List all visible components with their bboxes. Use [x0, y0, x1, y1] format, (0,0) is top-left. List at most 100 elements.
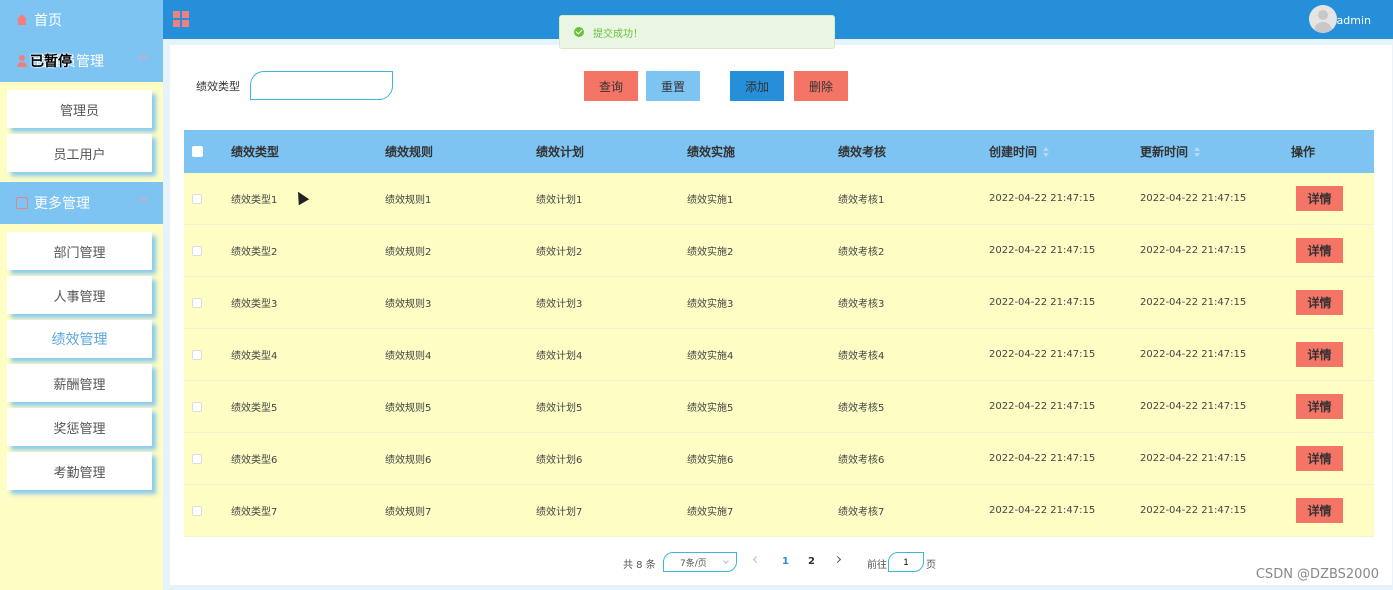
- cell-type: 绩效类型5: [231, 403, 278, 414]
- sidebar-item-salary[interactable]: 薪酬管理: [7, 364, 152, 402]
- row-checkbox[interactable]: [192, 194, 202, 204]
- header-plan: 绩效计划: [536, 145, 585, 159]
- sort-icon[interactable]: [1194, 146, 1201, 157]
- menu-group-more[interactable]: 更多管理: [0, 182, 163, 224]
- page-unit-label: 页: [926, 560, 936, 571]
- user-icon: [16, 55, 28, 67]
- sidebar-item-admin[interactable]: 管理员: [7, 90, 152, 128]
- detail-button[interactable]: 详情: [1296, 186, 1343, 211]
- goto-label: 前往: [867, 560, 887, 571]
- cell-assessment: 绩效考核1: [838, 195, 885, 206]
- cell-rule: 绩效规则3: [385, 299, 432, 310]
- sidebar: 首页 管理员管理 管理员 员工用户 更多管理 部门管理 人事管理 绩效管理 薪酬…: [0, 0, 163, 590]
- toast-message: 提交成功！: [593, 28, 643, 40]
- menu-group-more-label: 更多管理: [34, 196, 90, 212]
- page-number-2[interactable]: 2: [808, 556, 815, 567]
- add-button[interactable]: 添加: [730, 71, 784, 101]
- box-icon: [16, 197, 28, 209]
- next-page-icon[interactable]: [833, 555, 842, 564]
- cell-implementation: 绩效实施4: [687, 351, 734, 362]
- chevron-up-icon: [138, 196, 149, 207]
- cell-assessment: 绩效考核2: [838, 247, 885, 258]
- cell-type: 绩效类型7: [231, 507, 278, 518]
- detail-button[interactable]: 详情: [1296, 238, 1343, 263]
- header-implementation: 绩效实施: [687, 145, 736, 159]
- sidebar-item-rewards[interactable]: 奖惩管理: [7, 408, 152, 446]
- home-icon: [16, 14, 28, 26]
- sidebar-item-performance[interactable]: 绩效管理: [7, 320, 152, 358]
- cell-updated: 2022-04-22 21:47:15: [1140, 297, 1247, 308]
- cell-created: 2022-04-22 21:47:15: [989, 245, 1096, 256]
- page-size-select[interactable]: 7条/页: [663, 552, 737, 572]
- username[interactable]: admin: [1337, 14, 1371, 27]
- cell-plan: 绩效计划4: [536, 351, 583, 362]
- menu-item-home[interactable]: 首页: [0, 0, 163, 40]
- cell-rule: 绩效规则7: [385, 507, 432, 518]
- cell-updated: 2022-04-22 21:47:15: [1140, 245, 1247, 256]
- detail-button[interactable]: 详情: [1296, 290, 1343, 315]
- cell-created: 2022-04-22 21:47:15: [989, 505, 1096, 516]
- performance-type-input[interactable]: [250, 71, 393, 100]
- sidebar-item-department[interactable]: 部门管理: [7, 232, 152, 270]
- row-checkbox[interactable]: [192, 506, 202, 516]
- cell-created: 2022-04-22 21:47:15: [989, 453, 1096, 464]
- row-checkbox[interactable]: [192, 246, 202, 256]
- grid-menu-icon[interactable]: [173, 11, 189, 27]
- prev-page-icon[interactable]: [752, 555, 761, 564]
- table-row: 绩效类型5 绩效规则5 绩效计划5 绩效实施5 绩效考核5 2022-04-22 21:4…: [184, 381, 1374, 433]
- cell-plan: 绩效计划5: [536, 403, 583, 414]
- cell-implementation: 绩效实施2: [687, 247, 734, 258]
- pagination: 共 8 条 7条/页 1 2 前往 页: [0, 552, 1393, 572]
- check-circle-icon: [574, 27, 584, 37]
- cell-updated: 2022-04-22 21:47:15: [1140, 193, 1247, 204]
- submenu-admin: 管理员 员工用户: [0, 82, 163, 182]
- filter-label: 绩效类型: [196, 80, 240, 93]
- cell-plan: 绩效计划1: [536, 195, 583, 206]
- cell-implementation: 绩效实施3: [687, 299, 734, 310]
- page-number-1[interactable]: 1: [782, 556, 789, 567]
- header-rule: 绩效规则: [385, 145, 434, 159]
- cell-assessment: 绩效考核5: [838, 403, 885, 414]
- row-checkbox[interactable]: [192, 298, 202, 308]
- sidebar-item-staff-users[interactable]: 员工用户: [7, 134, 152, 172]
- row-checkbox[interactable]: [192, 454, 202, 464]
- detail-button[interactable]: 详情: [1296, 498, 1343, 523]
- cell-type: 绩效类型3: [231, 299, 278, 310]
- cell-type: 绩效类型2: [231, 247, 278, 258]
- pagination-total: 共 8 条: [623, 560, 656, 571]
- sort-icon[interactable]: [1043, 146, 1050, 157]
- select-all-checkbox[interactable]: [192, 146, 203, 157]
- header-created-label: 创建时间: [989, 145, 1038, 159]
- cell-type: 绩效类型4: [231, 351, 278, 362]
- chevron-down-icon: [723, 558, 729, 564]
- header-created[interactable]: 创建时间: [989, 130, 1050, 173]
- table-body: 绩效类型1 绩效规则1 绩效计划1 绩效实施1 绩效考核1 2022-04-22 21:4…: [184, 173, 1374, 537]
- cell-created: 2022-04-22 21:47:15: [989, 297, 1096, 308]
- reset-button[interactable]: 重置: [646, 71, 700, 101]
- avatar[interactable]: [1309, 5, 1337, 33]
- cell-type: 绩效类型6: [231, 455, 278, 466]
- query-button[interactable]: 查询: [584, 71, 638, 101]
- detail-button[interactable]: 详情: [1296, 394, 1343, 419]
- watermark: CSDN @DZBS2000: [1255, 567, 1379, 582]
- cell-assessment: 绩效考核6: [838, 455, 885, 466]
- detail-button[interactable]: 详情: [1296, 342, 1343, 367]
- delete-button[interactable]: 删除: [794, 71, 848, 101]
- cell-created: 2022-04-22 21:47:15: [989, 193, 1096, 204]
- header-updated[interactable]: 更新时间: [1140, 130, 1201, 173]
- cell-plan: 绩效计划2: [536, 247, 583, 258]
- sidebar-item-attendance[interactable]: 考勤管理: [7, 452, 152, 490]
- cell-implementation: 绩效实施7: [687, 507, 734, 518]
- menu-group-admin[interactable]: 管理员管理: [0, 40, 163, 82]
- cell-plan: 绩效计划3: [536, 299, 583, 310]
- row-checkbox[interactable]: [192, 350, 202, 360]
- sidebar-item-personnel[interactable]: 人事管理: [7, 276, 152, 314]
- cell-updated: 2022-04-22 21:47:15: [1140, 349, 1247, 360]
- goto-page-input[interactable]: [888, 552, 924, 572]
- detail-button[interactable]: 详情: [1296, 446, 1343, 471]
- row-checkbox[interactable]: [192, 402, 202, 412]
- submenu-more: 部门管理 人事管理 绩效管理 薪酬管理 奖惩管理 考勤管理: [0, 224, 163, 500]
- cell-rule: 绩效规则2: [385, 247, 432, 258]
- header-assessment: 绩效考核: [838, 145, 887, 159]
- cell-rule: 绩效规则1: [385, 195, 432, 206]
